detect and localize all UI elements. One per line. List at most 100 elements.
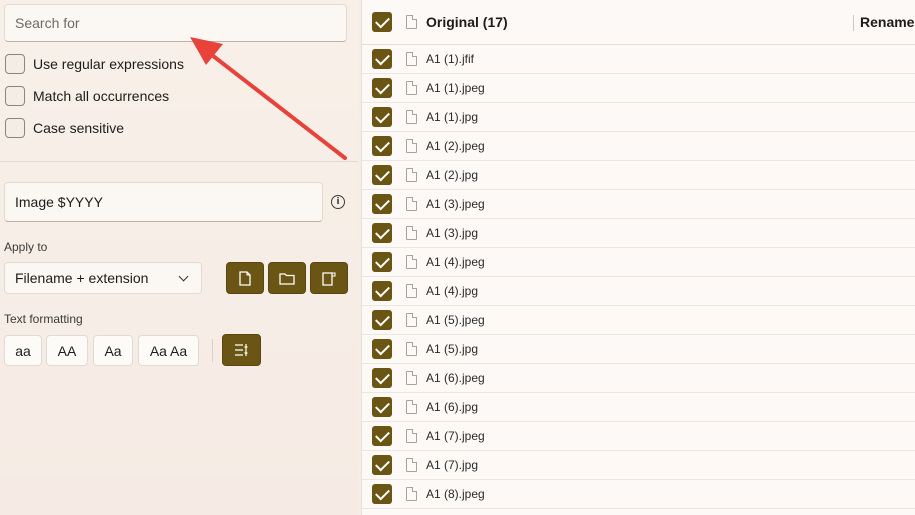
file-list-pane: Original (17) Renamed A1 (1).jfif A1 (1).… <box>361 0 915 515</box>
file-checkbox[interactable] <box>372 426 392 446</box>
divider <box>0 161 358 162</box>
file-row[interactable]: A1 (6).jpeg <box>362 364 915 393</box>
include-subfolders-button[interactable] <box>310 262 348 294</box>
lowercase-button[interactable]: aa <box>4 335 42 366</box>
file-row[interactable]: A1 (2).jpg <box>362 161 915 190</box>
info-icon[interactable]: i <box>331 195 345 209</box>
file-checkbox[interactable] <box>372 165 392 185</box>
file-name: A1 (1).jpg <box>426 110 479 124</box>
file-row[interactable]: A1 (7).jpeg <box>362 422 915 451</box>
titlecase-button[interactable]: Aa <box>93 335 133 366</box>
file-row[interactable]: A1 (6).jpg <box>362 393 915 422</box>
apply-to-dropdown[interactable]: Filename + extension <box>4 262 202 294</box>
file-icon <box>406 429 417 443</box>
file-name: A1 (5).jpeg <box>426 313 485 327</box>
file-name: A1 (2).jpeg <box>426 139 485 153</box>
file-checkbox[interactable] <box>372 484 392 504</box>
file-icon <box>406 342 417 356</box>
search-input[interactable]: Search for <box>4 4 347 42</box>
file-list-header: Original (17) Renamed <box>362 0 915 45</box>
column-separator[interactable] <box>853 15 854 31</box>
file-row[interactable]: A1 (1).jpg <box>362 103 915 132</box>
file-name: A1 (8).jpeg <box>426 487 485 501</box>
file-icon <box>406 139 417 153</box>
file-name: A1 (6).jpg <box>426 400 479 414</box>
file-icon <box>406 255 417 269</box>
file-row[interactable]: A1 (3).jpg <box>362 219 915 248</box>
use-regex-checkbox[interactable]: Use regular expressions <box>5 53 184 75</box>
select-all-checkbox[interactable] <box>372 12 392 32</box>
file-checkbox[interactable] <box>372 455 392 475</box>
file-checkbox[interactable] <box>372 78 392 98</box>
file-checkbox[interactable] <box>372 310 392 330</box>
column-header-renamed[interactable]: Renamed <box>860 14 915 30</box>
checkbox-box[interactable] <box>5 54 25 74</box>
file-icon <box>406 15 417 29</box>
file-row[interactable]: A1 (1).jfif <box>362 45 915 74</box>
include-folders-button[interactable] <box>268 262 306 294</box>
file-checkbox[interactable] <box>372 49 392 69</box>
checkbox-label: Match all occurrences <box>33 88 170 104</box>
enumerate-items-button[interactable] <box>222 334 261 366</box>
button-label: Aa <box>104 342 122 359</box>
apply-to-label: Apply to <box>4 240 48 254</box>
file-icon <box>406 458 417 472</box>
file-icon <box>406 110 417 124</box>
file-checkbox[interactable] <box>372 223 392 243</box>
file-row[interactable]: A1 (5).jpeg <box>362 306 915 335</box>
checkbox-box[interactable] <box>5 118 25 138</box>
file-checkbox[interactable] <box>372 368 392 388</box>
file-icon <box>406 197 417 211</box>
file-icon <box>406 284 417 298</box>
capitalize-each-word-button[interactable]: Aa Aa <box>138 335 199 366</box>
options-pane: Search for Use regular expressions Match… <box>0 0 358 515</box>
checkbox-label: Use regular expressions <box>33 56 184 72</box>
file-name: A1 (4).jpg <box>426 284 479 298</box>
file-icon <box>406 81 417 95</box>
file-row[interactable]: A1 (8).jpeg <box>362 480 915 509</box>
format-separator <box>212 339 213 362</box>
case-sensitive-checkbox[interactable]: Case sensitive <box>5 117 124 139</box>
file-row[interactable]: A1 (1).jpeg <box>362 74 915 103</box>
file-checkbox[interactable] <box>372 252 392 272</box>
file-row[interactable]: A1 (5).jpg <box>362 335 915 364</box>
uppercase-button[interactable]: AA <box>46 335 88 366</box>
search-placeholder: Search for <box>15 15 80 31</box>
file-row[interactable]: A1 (3).jpeg <box>362 190 915 219</box>
file-icon <box>406 371 417 385</box>
chevron-down-icon <box>178 271 189 281</box>
file-icon <box>239 270 251 286</box>
file-checkbox[interactable] <box>372 397 392 417</box>
file-name: A1 (4).jpeg <box>426 255 485 269</box>
file-name: A1 (6).jpeg <box>426 371 485 385</box>
file-row[interactable]: A1 (2).jpeg <box>362 132 915 161</box>
button-label: AA <box>57 342 77 359</box>
match-all-checkbox[interactable]: Match all occurrences <box>5 85 169 107</box>
file-row[interactable]: A1 (4).jpg <box>362 277 915 306</box>
file-name: A1 (7).jpeg <box>426 429 485 443</box>
file-row[interactable]: A1 (7).jpg <box>362 451 915 480</box>
file-icon <box>406 226 417 240</box>
include-files-button[interactable] <box>226 262 264 294</box>
file-name: A1 (2).jpg <box>426 168 479 182</box>
replace-input[interactable]: Image $YYYY <box>4 182 323 222</box>
text-formatting-label: Text formatting <box>4 312 83 326</box>
file-name: A1 (7).jpg <box>426 458 479 472</box>
button-label: Aa Aa <box>149 342 188 359</box>
file-checkbox[interactable] <box>372 194 392 214</box>
file-name: A1 (3).jpeg <box>426 197 485 211</box>
file-checkbox[interactable] <box>372 107 392 127</box>
subfolder-icon <box>322 271 336 286</box>
enumerate-icon <box>234 344 247 356</box>
column-header-original[interactable]: Original (17) <box>426 14 508 30</box>
info-glyph: i <box>336 197 340 207</box>
file-checkbox[interactable] <box>372 136 392 156</box>
file-icon <box>406 400 417 414</box>
file-checkbox[interactable] <box>372 281 392 301</box>
file-checkbox[interactable] <box>372 339 392 359</box>
checkbox-label: Case sensitive <box>33 120 125 136</box>
file-row[interactable]: A1 (4).jpeg <box>362 248 915 277</box>
checkbox-box[interactable] <box>5 86 25 106</box>
file-name: A1 (5).jpg <box>426 342 479 356</box>
file-icon <box>406 52 417 66</box>
